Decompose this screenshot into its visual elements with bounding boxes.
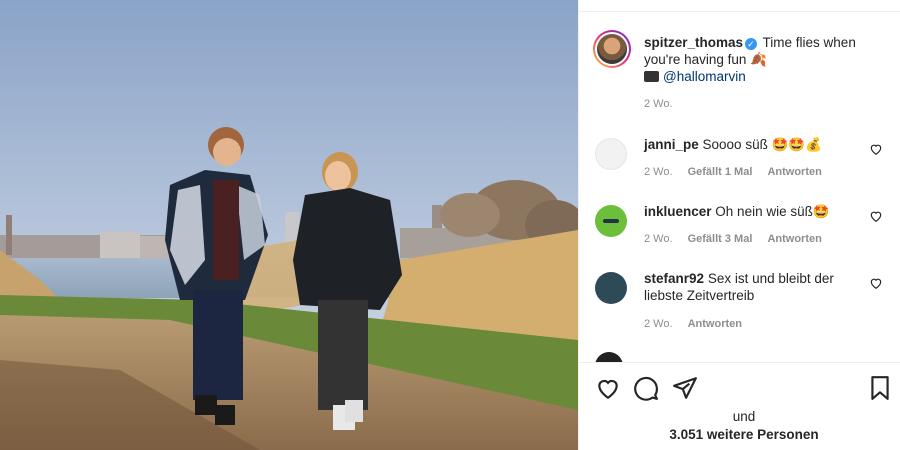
comment-text: stefanr92 Sex ist und bleibt der liebste…	[644, 270, 859, 304]
post-photo-image	[0, 0, 578, 450]
comment-item: stefanr92 Sex ist und bleibt der liebste…	[593, 268, 893, 338]
likes-connector: und	[732, 409, 756, 424]
comment-text: janni_pe Soooo süß 🤩🤩💰	[644, 136, 859, 153]
commenter-username[interactable]: inkluencer	[644, 204, 712, 219]
author-username[interactable]: spitzer_thomas	[644, 35, 743, 50]
comment-item: janni_pe Soooo süß 🤩🤩💰 2 Wo. Gefällt 1 M…	[593, 134, 893, 194]
comment-meta: 2 Wo. Gefällt 3 Mal Antworten	[644, 233, 834, 245]
avatar-photo-icon	[597, 34, 627, 64]
comment-meta: 2 Wo. Antworten	[644, 318, 754, 330]
comment-text: inkluencer Oh nein wie süß🤩	[644, 203, 859, 220]
camera-icon	[644, 71, 659, 82]
commenter-avatar[interactable]	[595, 205, 627, 237]
heart-icon[interactable]	[869, 142, 883, 156]
heart-icon[interactable]	[595, 375, 621, 401]
comments-panel: spitzer_thomas ✓ Time flies when you're h…	[578, 0, 900, 450]
comment-meta: 2 Wo. Gefällt 1 Mal Antworten	[644, 166, 834, 178]
comment-likes[interactable]: Gefällt 3 Mal	[688, 233, 753, 245]
comment-likes[interactable]: Gefällt 1 Mal	[688, 166, 753, 178]
comment-item: inkluencer Oh nein wie süß🤩 2 Wo. Gefäll…	[593, 201, 893, 261]
reply-button[interactable]: Antworten	[767, 166, 821, 178]
divider	[579, 11, 900, 12]
commenter-username[interactable]: stefanr92	[644, 271, 704, 286]
heart-icon[interactable]	[869, 209, 883, 223]
post-time[interactable]: 2 Wo.	[644, 98, 673, 110]
commenter-avatar[interactable]	[595, 272, 627, 304]
action-bar: und 3.051 weitere Personen	[579, 362, 900, 450]
mention-link[interactable]: @hallomarvin	[663, 69, 746, 84]
likes-count[interactable]: 3.051 weitere Personen	[579, 427, 900, 442]
comment-icon[interactable]	[633, 375, 659, 401]
comment-body: Oh nein wie süß🤩	[715, 204, 830, 219]
author-avatar[interactable]	[593, 30, 631, 68]
caption-text: spitzer_thomas ✓ Time flies when you're h…	[644, 34, 889, 85]
heart-icon[interactable]	[869, 276, 883, 290]
comment-body: Soooo süß 🤩🤩💰	[702, 137, 823, 152]
commenter-avatar[interactable]	[595, 138, 627, 170]
flame-emoji-icon: 🍂	[750, 52, 767, 67]
post-photo[interactable]	[0, 0, 578, 450]
verified-badge-icon: ✓	[745, 38, 758, 50]
comment-time[interactable]: 2 Wo.	[644, 166, 673, 178]
reply-button[interactable]: Antworten	[767, 233, 821, 245]
reply-button[interactable]: Antworten	[688, 318, 742, 330]
commenter-username[interactable]: janni_pe	[644, 137, 699, 152]
bookmark-icon[interactable]	[867, 375, 893, 401]
share-icon[interactable]	[672, 375, 698, 401]
comment-time[interactable]: 2 Wo.	[644, 318, 673, 330]
comment-time[interactable]: 2 Wo.	[644, 233, 673, 245]
